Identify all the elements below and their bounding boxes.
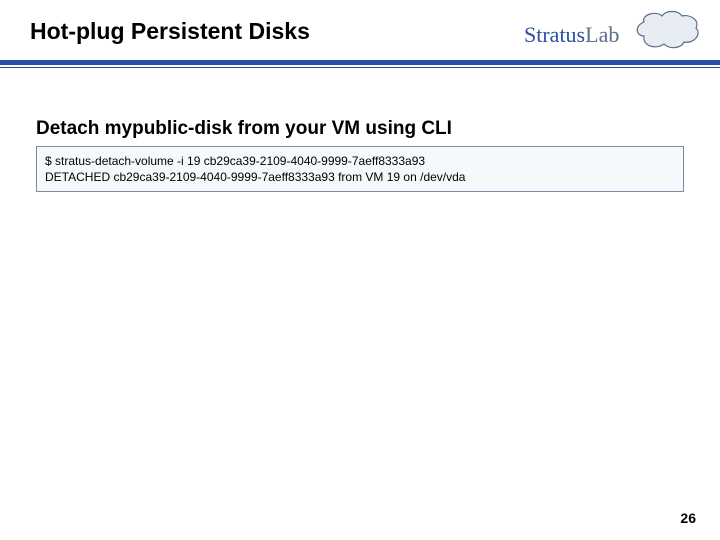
stratuslab-logo: StratusLab <box>524 8 702 56</box>
slide-content: Detach mypublic-disk from your VM using … <box>0 78 720 192</box>
logo-text: StratusLab <box>524 22 619 47</box>
slide-header: Hot-plug Persistent Disks StratusLab <box>0 0 720 78</box>
header-rule <box>0 60 720 70</box>
code-block: $ stratus-detach-volume -i 19 cb29ca39-2… <box>36 146 684 192</box>
section-subtitle: Detach mypublic-disk from your VM using … <box>36 118 684 140</box>
code-line: $ stratus-detach-volume -i 19 cb29ca39-2… <box>45 154 425 168</box>
code-line: DETACHED cb29ca39-2109-4040-9999-7aeff83… <box>45 170 465 184</box>
page-number: 26 <box>680 510 696 526</box>
cloud-icon <box>637 12 698 48</box>
